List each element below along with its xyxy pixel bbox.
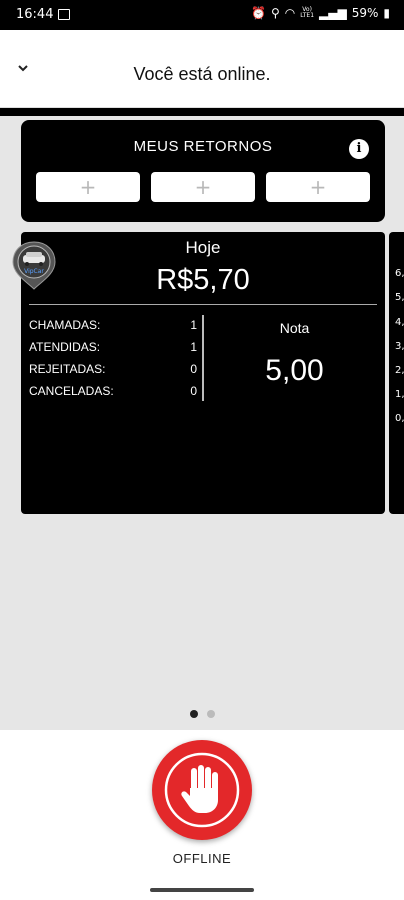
axis-tick: 5, (395, 292, 404, 303)
stat-label: CANCELADAS: (29, 384, 114, 398)
page-dot-active[interactable] (189, 710, 198, 718)
stat-label: ATENDIDAS: (29, 340, 101, 354)
system-nav-bar (0, 880, 404, 900)
rating-label: Nota (279, 320, 310, 336)
battery-icon: ▮ (383, 6, 390, 20)
online-status-title: Você está online. (133, 64, 271, 84)
axis-tick: 0, (395, 413, 404, 424)
stat-value: 0 (190, 384, 197, 398)
app-header: Você está online. (0, 30, 404, 108)
today-summary-card[interactable]: VipCar Hoje R$5,70 CHAMADAS: 1 ATENDIDAS… (12, 232, 385, 514)
signal-icon: ▂▄▆ (319, 6, 347, 20)
next-card-peek[interactable]: 6, 5, 4, 3, 2, 1, 0, (389, 232, 404, 514)
footer: OFFLINE (0, 730, 404, 890)
status-icons: ⏰ ⚲ ◠ Vo) LTE1 ▂▄▆ 59% ▮ (251, 6, 390, 20)
stat-row: CHAMADAS: 1 (29, 318, 197, 340)
image-icon (58, 9, 70, 20)
return-slot-3[interactable]: + (266, 172, 370, 202)
returns-card: MEUS RETORNOS i + + + (21, 120, 385, 222)
stat-value: 1 (190, 318, 197, 332)
stat-row: ATENDIDAS: 1 (29, 340, 197, 362)
dashboard-area: MEUS RETORNOS i + + + VipCar Hoje R$5,70… (0, 116, 404, 730)
axis-tick: 4, (395, 317, 404, 328)
status-time: 16:44 (16, 7, 54, 22)
page-dot[interactable] (206, 710, 215, 718)
axis-tick: 3, (395, 341, 404, 352)
axis-tick: 1, (395, 389, 404, 400)
page-indicator (0, 710, 404, 718)
battery-percent: 59% (351, 6, 379, 20)
network-indicator: Vo) LTE1 (300, 6, 315, 19)
today-label: Hoje (185, 238, 221, 257)
return-slot-2[interactable]: + (151, 172, 255, 202)
status-bar: 16:44 ⏰ ⚲ ◠ Vo) LTE1 ▂▄▆ 59% ▮ (0, 0, 404, 30)
rating-value: 5,00 (265, 354, 324, 387)
info-icon[interactable]: i (349, 139, 369, 159)
offline-label: OFFLINE (172, 851, 232, 866)
offline-button[interactable] (152, 740, 252, 840)
stat-label: CHAMADAS: (29, 318, 101, 332)
return-slot-1[interactable]: + (36, 172, 140, 202)
stat-row: REJEITADAS: 0 (29, 362, 197, 384)
axis-tick: 2, (395, 365, 404, 376)
stats-list: CHAMADAS: 1 ATENDIDAS: 1 REJEITADAS: 0 C… (29, 318, 197, 406)
axis-tick: 6, (395, 268, 404, 279)
location-icon: ⚲ (270, 6, 280, 20)
home-gesture-handle[interactable] (150, 888, 254, 892)
divider (29, 304, 377, 305)
hand-stop-icon (164, 752, 240, 828)
today-earnings: R$5,70 (156, 264, 250, 296)
alarm-icon: ⏰ (251, 6, 266, 20)
stat-label: REJEITADAS: (29, 362, 106, 376)
wifi-icon: ◠ (284, 6, 296, 20)
stat-row: CANCELADAS: 0 (29, 384, 197, 406)
returns-title: MEUS RETORNOS (133, 138, 273, 155)
stat-value: 0 (190, 362, 197, 376)
stat-value: 1 (190, 340, 197, 354)
